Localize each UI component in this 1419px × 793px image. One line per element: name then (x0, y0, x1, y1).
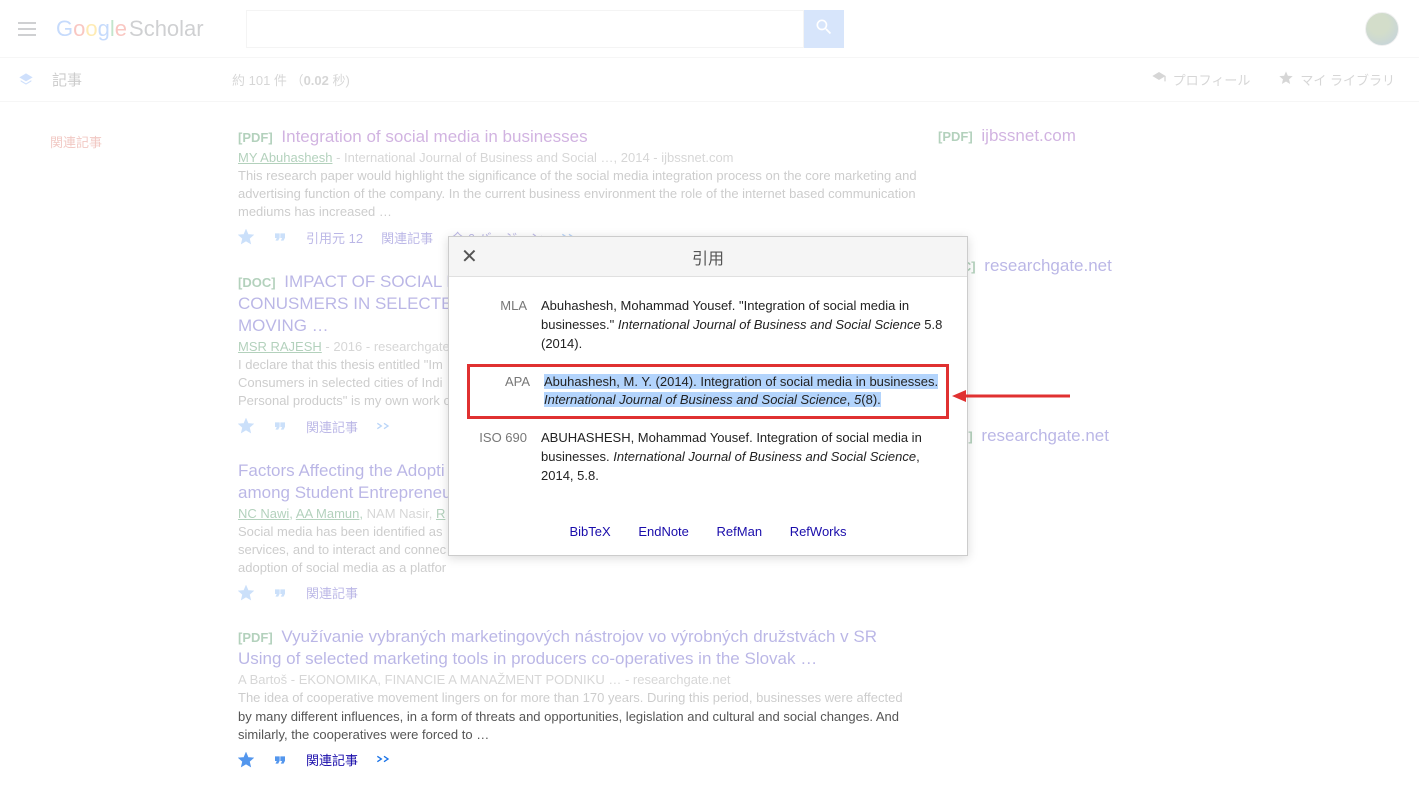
result-title-link[interactable]: Integration of social media in businesse… (281, 127, 587, 146)
export-refworks[interactable]: RefWorks (790, 524, 847, 539)
articles-label[interactable]: 記事 (52, 69, 82, 90)
pdf-link-row: [PDF] researchgate.net (938, 426, 1178, 446)
format-tag: [DOC] (238, 275, 276, 290)
pdf-host-link[interactable]: researchgate.net (981, 426, 1109, 445)
more-icon[interactable] (376, 419, 392, 434)
author-link[interactable]: MSR RAJESH (238, 339, 322, 354)
cite-text[interactable]: Abuhashesh, M. Y. (2014). Integration of… (544, 373, 940, 411)
library-link[interactable]: マイ ライブラリ (1278, 70, 1395, 89)
pdf-link-row: [PDF] ijbssnet.com (938, 126, 1178, 146)
format-tag: [PDF] (938, 129, 973, 144)
logo-letter: G (56, 16, 73, 41)
cite-icon[interactable] (272, 418, 288, 434)
author-link[interactable]: AA Mamun (296, 506, 360, 521)
sub-bar: 記事 約 101 件 （0.02 秒) プロフィール マイ ライブラリ (0, 58, 1419, 102)
top-header: Google Scholar (0, 0, 1419, 58)
result-snippet: The idea of cooperative movement lingers… (238, 689, 918, 744)
search-icon (814, 17, 834, 40)
cite-icon[interactable] (272, 229, 288, 245)
author-link[interactable]: R (436, 506, 445, 521)
save-star-icon[interactable] (238, 752, 254, 768)
google-scholar-logo[interactable]: Google Scholar (56, 16, 204, 42)
format-tag: [PDF] (238, 630, 273, 645)
annotation-arrow (952, 386, 1072, 409)
search-bar (246, 10, 844, 48)
library-text: マイ ライブラリ (1300, 70, 1395, 89)
close-icon[interactable]: ✕ (461, 247, 478, 267)
search-result: [PDF] Využívanie vybraných marketingovýc… (238, 626, 918, 769)
profile-link[interactable]: プロフィール (1151, 70, 1251, 89)
result-title-link[interactable]: Factors Affecting the Adoptiamong Studen… (238, 461, 452, 502)
search-result: [PDF] Integration of social media in bus… (238, 126, 918, 247)
result-byline: MY Abuhashesh - International Journal of… (238, 150, 918, 165)
profile-text: プロフィール (1173, 70, 1251, 89)
pdf-host-link[interactable]: ijbssnet.com (981, 126, 1075, 145)
cite-label: MLA (473, 297, 541, 354)
logo-scholar-text: Scholar (129, 16, 204, 42)
star-icon (1278, 70, 1294, 89)
cite-icon[interactable] (272, 752, 288, 768)
logo-letter: o (85, 16, 97, 41)
cited-by-link[interactable]: 引用元 12 (306, 228, 363, 247)
export-bibtex[interactable]: BibTeX (569, 524, 610, 539)
cite-text[interactable]: Abuhashesh, Mohammad Yousef. "Integratio… (541, 297, 943, 354)
pdf-host-link[interactable]: researchgate.net (984, 256, 1112, 275)
cite-row-mla: MLA Abuhashesh, Mohammad Yousef. "Integr… (473, 297, 943, 354)
export-links: BibTeX EndNote RefMan RefWorks (449, 520, 967, 555)
cite-icon[interactable] (272, 585, 288, 601)
related-link[interactable]: 関連記事 (306, 750, 358, 769)
cite-row-iso: ISO 690 ABUHASHESH, Mohammad Yousef. Int… (473, 429, 943, 486)
sidebar: 関連記事 (0, 126, 238, 793)
save-star-icon[interactable] (238, 418, 254, 434)
logo-letter: o (73, 16, 85, 41)
sidebar-related-articles[interactable]: 関連記事 (50, 132, 238, 151)
result-actions: 関連記事 (238, 750, 918, 769)
menu-icon[interactable] (18, 17, 42, 41)
cite-dialog: ✕ 引用 MLA Abuhashesh, Mohammad Yousef. "I… (448, 236, 968, 556)
dialog-title: 引用 (692, 245, 724, 269)
save-star-icon[interactable] (238, 229, 254, 245)
cite-row-apa: APA Abuhashesh, M. Y. (2014). Integratio… (467, 364, 949, 420)
search-button[interactable] (804, 10, 844, 48)
related-link[interactable]: 関連記事 (306, 417, 358, 436)
save-star-icon[interactable] (238, 585, 254, 601)
related-link[interactable]: 関連記事 (381, 228, 433, 247)
result-count: 約 101 件 （0.02 秒) (232, 70, 350, 89)
dialog-header: ✕ 引用 (449, 237, 967, 277)
cite-text[interactable]: ABUHASHESH, Mohammad Yousef. Integration… (541, 429, 943, 486)
more-icon[interactable] (376, 752, 392, 767)
format-tag: [PDF] (238, 130, 273, 145)
profile-icon (1151, 70, 1167, 89)
result-byline: A Bartoš - EKONOMIKA, FINANCIE A MANAŽME… (238, 672, 918, 687)
result-snippet: This research paper would highlight the … (238, 167, 918, 222)
related-link[interactable]: 関連記事 (306, 583, 358, 602)
cite-label: ISO 690 (473, 429, 541, 486)
search-input[interactable] (246, 10, 804, 48)
export-endnote[interactable]: EndNote (638, 524, 689, 539)
articles-icon (18, 72, 34, 88)
pdf-link-row: [DOC] researchgate.net (938, 256, 1178, 276)
logo-letter: g (98, 16, 110, 41)
result-actions: 関連記事 (238, 583, 918, 602)
cite-label: APA (476, 373, 544, 411)
author-link[interactable]: MY Abuhashesh (238, 150, 332, 165)
export-refman[interactable]: RefMan (717, 524, 763, 539)
avatar[interactable] (1365, 12, 1399, 46)
author-link[interactable]: NC Nawi (238, 506, 289, 521)
result-title-link[interactable]: Využívanie vybraných marketingových nást… (238, 627, 877, 668)
logo-letter: e (115, 16, 127, 41)
